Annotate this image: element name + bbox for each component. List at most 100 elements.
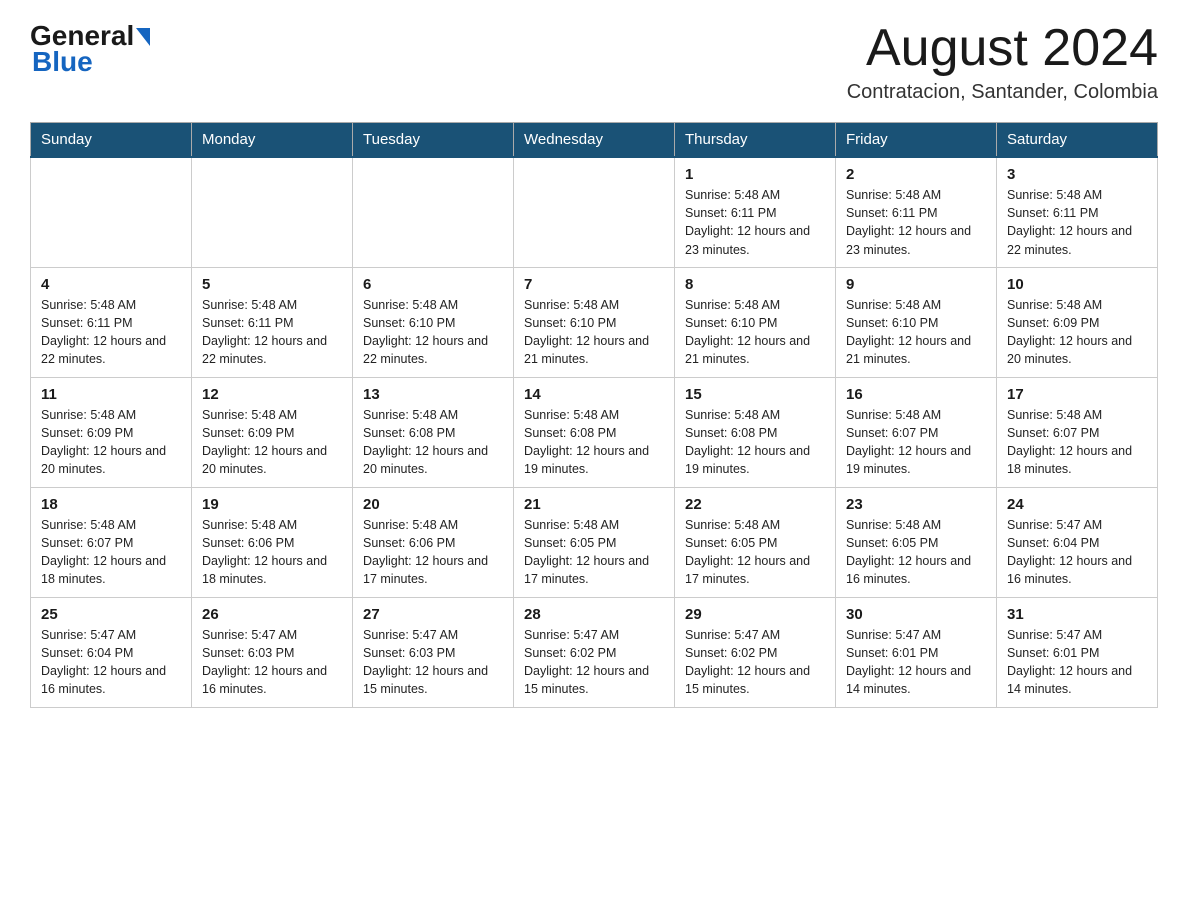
calendar-cell-3-4: 14 Sunrise: 5:48 AMSunset: 6:08 PMDayligh… (514, 377, 675, 487)
calendar-cell-5-4: 28 Sunrise: 5:47 AMSunset: 6:02 PMDayligh… (514, 597, 675, 707)
day-number: 27 (363, 606, 503, 623)
day-info: Sunrise: 5:47 AMSunset: 6:04 PMDaylight:… (41, 626, 181, 699)
weekday-header-tuesday: Tuesday (353, 123, 514, 158)
calendar-cell-2-4: 7Sunrise: 5:48 AMSunset: 6:10 PMDaylight… (514, 267, 675, 377)
calendar-cell-2-3: 6 Sunrise: 5:48 AMSunset: 6:10 PMDaylight… (353, 267, 514, 377)
weekday-header-saturday: Saturday (997, 123, 1158, 158)
day-info: Sunrise: 5:48 AMSunset: 6:05 PMDaylight:… (524, 516, 664, 589)
day-number: 9 (846, 276, 986, 293)
calendar-cell-5-7: 31 Sunrise: 5:47 AMSunset: 6:01 PMDayligh… (997, 597, 1158, 707)
page-header: General Blue August 2024 Contratacion, S… (30, 20, 1158, 104)
day-number: 21 (524, 496, 664, 513)
day-number: 20 (363, 496, 503, 513)
day-info: Sunrise: 5:47 AMSunset: 6:02 PMDaylight:… (685, 626, 825, 699)
calendar-week-5: 25 Sunrise: 5:47 AMSunset: 6:04 PMDayligh… (31, 597, 1158, 707)
calendar-week-3: 11 Sunrise: 5:48 AMSunset: 6:09 PMDayligh… (31, 377, 1158, 487)
calendar-cell-5-1: 25 Sunrise: 5:47 AMSunset: 6:04 PMDayligh… (31, 597, 192, 707)
day-number: 31 (1007, 606, 1147, 623)
day-info: Sunrise: 5:47 AMSunset: 6:03 PMDaylight:… (202, 626, 342, 699)
day-info: Sunrise: 5:48 AMSunset: 6:05 PMDaylight:… (685, 516, 825, 589)
title-section: August 2024 Contratacion, Santander, Col… (847, 20, 1158, 104)
weekday-header-monday: Monday (192, 123, 353, 158)
calendar-cell-1-5: 1Sunrise: 5:48 AMSunset: 6:11 PMDaylight… (675, 157, 836, 267)
day-number: 11 (41, 386, 181, 403)
day-info: Sunrise: 5:48 AMSunset: 6:07 PMDaylight:… (41, 516, 181, 589)
calendar-cell-1-6: 2Sunrise: 5:48 AMSunset: 6:11 PMDaylight… (836, 157, 997, 267)
day-number: 18 (41, 496, 181, 513)
calendar-cell-3-2: 12Sunrise: 5:48 AMSunset: 6:09 PMDayligh… (192, 377, 353, 487)
day-info: Sunrise: 5:48 AMSunset: 6:05 PMDaylight:… (846, 516, 986, 589)
day-info: Sunrise: 5:47 AMSunset: 6:03 PMDaylight:… (363, 626, 503, 699)
logo-arrow-icon (136, 28, 150, 46)
day-number: 12 (202, 386, 342, 403)
day-info: Sunrise: 5:48 AMSunset: 6:11 PMDaylight:… (1007, 186, 1147, 259)
calendar-cell-4-4: 21 Sunrise: 5:48 AMSunset: 6:05 PMDayligh… (514, 487, 675, 597)
calendar-cell-3-6: 16 Sunrise: 5:48 AMSunset: 6:07 PMDayligh… (836, 377, 997, 487)
day-info: Sunrise: 5:48 AMSunset: 6:07 PMDaylight:… (846, 406, 986, 479)
day-info: Sunrise: 5:48 AMSunset: 6:10 PMDaylight:… (363, 296, 503, 369)
calendar-cell-3-5: 15 Sunrise: 5:48 AMSunset: 6:08 PMDayligh… (675, 377, 836, 487)
weekday-header-wednesday: Wednesday (514, 123, 675, 158)
day-number: 1 (685, 166, 825, 183)
calendar-cell-1-1 (31, 157, 192, 267)
day-number: 19 (202, 496, 342, 513)
calendar-cell-2-1: 4 Sunrise: 5:48 AMSunset: 6:11 PMDaylight… (31, 267, 192, 377)
day-number: 25 (41, 606, 181, 623)
day-info: Sunrise: 5:48 AMSunset: 6:08 PMDaylight:… (524, 406, 664, 479)
day-info: Sunrise: 5:48 AMSunset: 6:08 PMDaylight:… (685, 406, 825, 479)
day-info: Sunrise: 5:48 AMSunset: 6:10 PMDaylight:… (846, 296, 986, 369)
day-number: 6 (363, 276, 503, 293)
day-number: 2 (846, 166, 986, 183)
logo: General Blue (30, 20, 150, 78)
day-number: 5 (202, 276, 342, 293)
calendar-table: SundayMondayTuesdayWednesdayThursdayFrid… (30, 122, 1158, 708)
day-info: Sunrise: 5:48 AMSunset: 6:06 PMDaylight:… (202, 516, 342, 589)
calendar-cell-1-4 (514, 157, 675, 267)
calendar-cell-4-6: 23 Sunrise: 5:48 AMSunset: 6:05 PMDayligh… (836, 487, 997, 597)
calendar-cell-2-6: 9 Sunrise: 5:48 AMSunset: 6:10 PMDaylight… (836, 267, 997, 377)
day-info: Sunrise: 5:48 AMSunset: 6:11 PMDaylight:… (41, 296, 181, 369)
calendar-cell-5-2: 26 Sunrise: 5:47 AMSunset: 6:03 PMDayligh… (192, 597, 353, 707)
calendar-cell-2-7: 10 Sunrise: 5:48 AMSunset: 6:09 PMDayligh… (997, 267, 1158, 377)
calendar-week-4: 18 Sunrise: 5:48 AMSunset: 6:07 PMDayligh… (31, 487, 1158, 597)
day-number: 8 (685, 276, 825, 293)
day-info: Sunrise: 5:47 AMSunset: 6:02 PMDaylight:… (524, 626, 664, 699)
day-info: Sunrise: 5:47 AMSunset: 6:01 PMDaylight:… (1007, 626, 1147, 699)
day-number: 24 (1007, 496, 1147, 513)
calendar-cell-1-2 (192, 157, 353, 267)
calendar-cell-5-5: 29 Sunrise: 5:47 AMSunset: 6:02 PMDayligh… (675, 597, 836, 707)
calendar-week-2: 4 Sunrise: 5:48 AMSunset: 6:11 PMDaylight… (31, 267, 1158, 377)
calendar-cell-4-5: 22 Sunrise: 5:48 AMSunset: 6:05 PMDayligh… (675, 487, 836, 597)
calendar-cell-3-3: 13 Sunrise: 5:48 AMSunset: 6:08 PMDayligh… (353, 377, 514, 487)
day-info: Sunrise: 5:48 AMSunset: 6:09 PMDaylight:… (41, 406, 181, 479)
day-number: 13 (363, 386, 503, 403)
day-number: 15 (685, 386, 825, 403)
day-number: 4 (41, 276, 181, 293)
day-number: 16 (846, 386, 986, 403)
weekday-header-thursday: Thursday (675, 123, 836, 158)
day-info: Sunrise: 5:48 AMSunset: 6:09 PMDaylight:… (1007, 296, 1147, 369)
calendar-cell-4-7: 24 Sunrise: 5:47 AMSunset: 6:04 PMDayligh… (997, 487, 1158, 597)
day-number: 30 (846, 606, 986, 623)
day-number: 22 (685, 496, 825, 513)
weekday-header-sunday: Sunday (31, 123, 192, 158)
day-info: Sunrise: 5:47 AMSunset: 6:04 PMDaylight:… (1007, 516, 1147, 589)
calendar-cell-2-5: 8Sunrise: 5:48 AMSunset: 6:10 PMDaylight… (675, 267, 836, 377)
calendar-cell-5-6: 30Sunrise: 5:47 AMSunset: 6:01 PMDayligh… (836, 597, 997, 707)
calendar-week-1: 1 Sunrise: 5:48 AMSunset: 6:11 PMDaylight… (31, 157, 1158, 267)
calendar-cell-1-3 (353, 157, 514, 267)
day-info: Sunrise: 5:48 AMSunset: 6:08 PMDaylight:… (363, 406, 503, 479)
day-number: 29 (685, 606, 825, 623)
calendar-cell-4-3: 20Sunrise: 5:48 AMSunset: 6:06 PMDayligh… (353, 487, 514, 597)
day-number: 10 (1007, 276, 1147, 293)
weekday-header-friday: Friday (836, 123, 997, 158)
day-number: 26 (202, 606, 342, 623)
calendar-cell-5-3: 27 Sunrise: 5:47 AMSunset: 6:03 PMDayligh… (353, 597, 514, 707)
calendar-cell-1-7: 3Sunrise: 5:48 AMSunset: 6:11 PMDaylight… (997, 157, 1158, 267)
logo-blue-text: Blue (32, 46, 93, 78)
day-number: 28 (524, 606, 664, 623)
calendar-header-row: SundayMondayTuesdayWednesdayThursdayFrid… (31, 123, 1158, 158)
day-number: 23 (846, 496, 986, 513)
day-number: 14 (524, 386, 664, 403)
day-info: Sunrise: 5:48 AMSunset: 6:07 PMDaylight:… (1007, 406, 1147, 479)
